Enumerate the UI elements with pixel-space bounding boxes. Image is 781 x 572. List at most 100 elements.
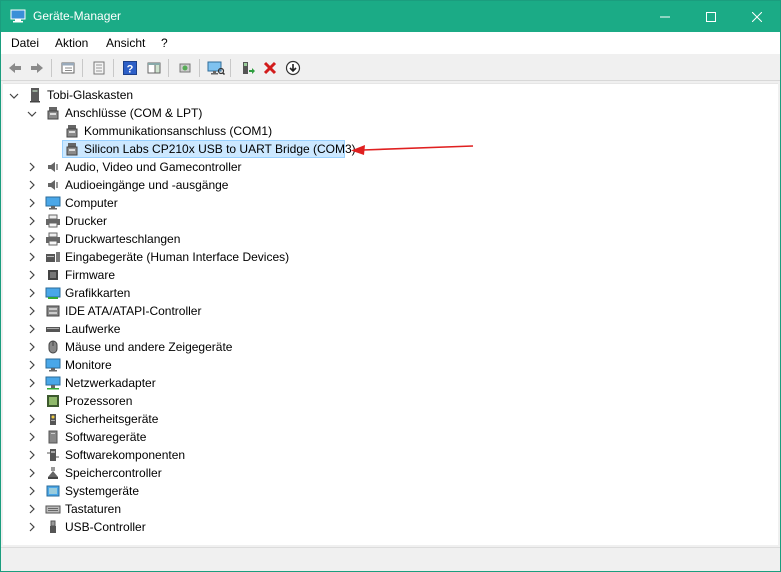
tree-category[interactable]: Sicherheitsgeräte	[3, 410, 323, 428]
minimize-button[interactable]	[642, 1, 688, 32]
close-button[interactable]	[734, 1, 780, 32]
printer-icon	[46, 232, 60, 246]
tree-category-label: Speichercontroller	[65, 466, 162, 480]
menu-aktion[interactable]: Aktion	[55, 36, 88, 50]
tree-category[interactable]: Audio, Video und Gamecontroller	[3, 158, 323, 176]
tree-category-label: Firmware	[65, 268, 115, 282]
properties-button[interactable]	[58, 58, 78, 78]
chevron-right-icon[interactable]	[27, 198, 37, 208]
security-icon	[50, 414, 56, 425]
port-icon	[47, 107, 59, 120]
tree-category[interactable]: Tastaturen	[3, 500, 323, 518]
chevron-right-icon[interactable]	[27, 288, 37, 298]
tree-category[interactable]: Netzwerkadapter	[3, 374, 323, 392]
chevron-right-icon[interactable]	[27, 342, 37, 352]
chevron-right-icon[interactable]	[27, 324, 37, 334]
chevron-right-icon[interactable]	[27, 414, 37, 424]
tree-category[interactable]: Systemgeräte	[3, 482, 323, 500]
tree-category-label: Computer	[65, 196, 118, 210]
tree-category[interactable]: Speichercontroller	[3, 464, 323, 482]
chevron-right-icon[interactable]	[27, 522, 37, 532]
drive-icon	[46, 327, 60, 332]
chevron-right-icon[interactable]	[27, 486, 37, 496]
tree-category-label: Sicherheitsgeräte	[65, 412, 159, 426]
toolbar-separator	[82, 59, 83, 77]
update-driver-button[interactable]	[175, 58, 195, 78]
tree-category-label: Netzwerkadapter	[65, 376, 156, 390]
toolbar: ?	[1, 54, 780, 81]
tree-category[interactable]: Monitore	[3, 356, 323, 374]
tree-category[interactable]: Mäuse und andere Zeigegeräte	[3, 338, 323, 356]
tree-category[interactable]: Druckwarteschlangen	[3, 230, 323, 248]
chevron-down-icon[interactable]	[27, 109, 37, 119]
tree-category[interactable]: Softwaregeräte	[3, 428, 323, 446]
chevron-right-icon[interactable]	[27, 216, 37, 226]
device-manager-window: Geräte-Manager Datei Aktion Ansicht ? ? …	[0, 0, 781, 572]
chevron-right-icon[interactable]	[27, 270, 37, 280]
download-button[interactable]	[283, 58, 303, 78]
device-tree[interactable]: Tobi-Glaskasten Anschlüsse (COM & LPT) K…	[3, 83, 778, 545]
tree-device-com1[interactable]: Kommunikationsanschluss (COM1)	[3, 122, 303, 140]
back-button[interactable]	[5, 58, 25, 78]
chevron-right-icon[interactable]	[27, 180, 37, 190]
menu-ansicht[interactable]: Ansicht	[106, 36, 145, 50]
tree-category-label: Audio, Video und Gamecontroller	[65, 160, 242, 174]
tree-root-label: Tobi-Glaskasten	[47, 88, 134, 102]
speaker-icon	[48, 180, 58, 190]
show-hidden-icon	[93, 61, 105, 75]
show-hidden-button[interactable]	[89, 58, 109, 78]
menu-help[interactable]: ?	[161, 36, 168, 50]
chevron-right-icon[interactable]	[27, 504, 37, 514]
help-button[interactable]: ?	[120, 58, 140, 78]
toolbar-separator	[230, 59, 231, 77]
hid-icon	[46, 252, 60, 262]
menu-datei[interactable]: Datei	[11, 36, 39, 50]
chevron-right-icon[interactable]	[27, 468, 37, 478]
chevron-right-icon[interactable]	[27, 432, 37, 442]
add-legacy-button[interactable]	[237, 58, 257, 78]
tree-category[interactable]: USB-Controller	[3, 518, 323, 536]
speaker-icon	[48, 162, 58, 172]
monitor-icon	[45, 196, 61, 210]
chevron-right-icon[interactable]	[27, 252, 37, 262]
chevron-right-icon[interactable]	[27, 360, 37, 370]
chip-icon	[48, 270, 58, 280]
tree-category[interactable]: Eingabegeräte (Human Interface Devices)	[3, 248, 323, 266]
add-legacy-icon	[243, 62, 255, 74]
tree-category[interactable]: Prozessoren	[3, 392, 323, 410]
chevron-right-icon[interactable]	[27, 162, 37, 172]
chevron-right-icon[interactable]	[27, 396, 37, 406]
uninstall-button[interactable]	[260, 58, 280, 78]
tree-category[interactable]: Drucker	[3, 212, 323, 230]
device-manager-icon	[10, 9, 26, 23]
chevron-right-icon[interactable]	[27, 378, 37, 388]
tree-category[interactable]: Computer	[3, 194, 323, 212]
tree-root[interactable]: Tobi-Glaskasten	[3, 86, 303, 104]
maximize-button[interactable]	[688, 1, 734, 32]
mouse-icon	[48, 340, 58, 354]
chevron-right-icon[interactable]	[27, 450, 37, 460]
scan-hardware-button[interactable]	[206, 58, 226, 78]
annotation-arrow-icon	[351, 145, 474, 155]
port-icon	[66, 125, 78, 138]
cpu-icon	[47, 395, 59, 407]
scan-hardware-icon	[207, 61, 225, 76]
forward-button[interactable]	[27, 58, 47, 78]
tree-device-cp210x[interactable]: Silicon Labs CP210x USB to UART Bridge (…	[3, 140, 356, 158]
tree-category[interactable]: Firmware	[3, 266, 323, 284]
back-arrow-icon	[9, 63, 21, 73]
title-bar[interactable]: Geräte-Manager	[1, 1, 780, 32]
chevron-right-icon[interactable]	[27, 234, 37, 244]
tree-category-label: Anschlüsse (COM & LPT)	[65, 106, 203, 120]
usb-icon	[50, 520, 56, 533]
tree-category[interactable]: Audioeingänge und -ausgänge	[3, 176, 323, 194]
tree-category[interactable]: Grafikkarten	[3, 284, 323, 302]
action-pane-button[interactable]	[144, 58, 164, 78]
tree-category[interactable]: Laufwerke	[3, 320, 323, 338]
tree-category-label: Audioeingänge und -ausgänge	[65, 178, 229, 192]
tree-category-ports[interactable]: Anschlüsse (COM & LPT)	[3, 104, 303, 122]
tree-category[interactable]: Softwarekomponenten	[3, 446, 323, 464]
tree-category[interactable]: IDE ATA/ATAPI-Controller	[3, 302, 323, 320]
chevron-right-icon[interactable]	[27, 306, 37, 316]
chevron-down-icon[interactable]	[9, 91, 19, 101]
